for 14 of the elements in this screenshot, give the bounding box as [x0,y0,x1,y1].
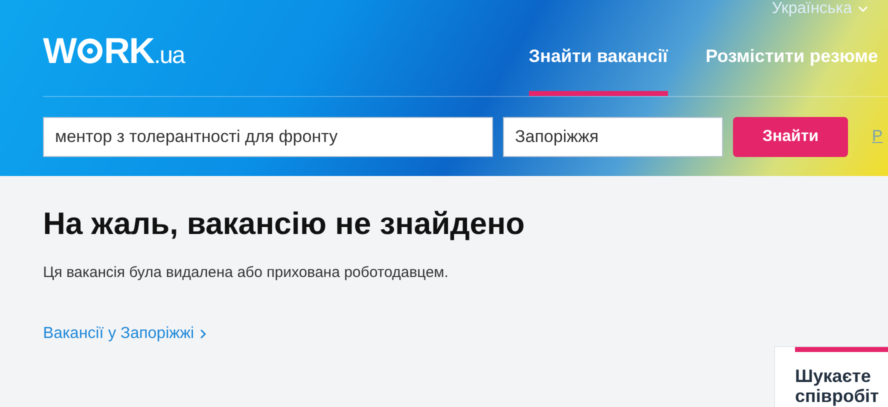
promo-title: Шукаєте співробіт [795,367,880,407]
search-button[interactable]: Знайти [733,117,848,157]
ring-icon [76,38,103,64]
advanced-link[interactable]: Р [872,128,883,146]
search-field[interactable]: ментор з толерантності для фронту [43,117,493,157]
nav-tab[interactable]: Розмістити резюме [706,46,878,96]
logo-link[interactable]: W RK.ua [43,30,184,72]
chevron-icon [200,329,208,339]
nav-tab[interactable]: Знайти вакансії [528,46,668,96]
city-field[interactable]: Запоріжжя [503,117,723,157]
chevron-icon [858,6,868,12]
message-text: Ця вакансія була видалена або прихована роботодавцем. [43,264,450,281]
page-title: На жаль, вакансію не знайдено [43,206,526,242]
city-vacancies-link[interactable]: Вакансії у Запоріжжі [43,325,208,343]
